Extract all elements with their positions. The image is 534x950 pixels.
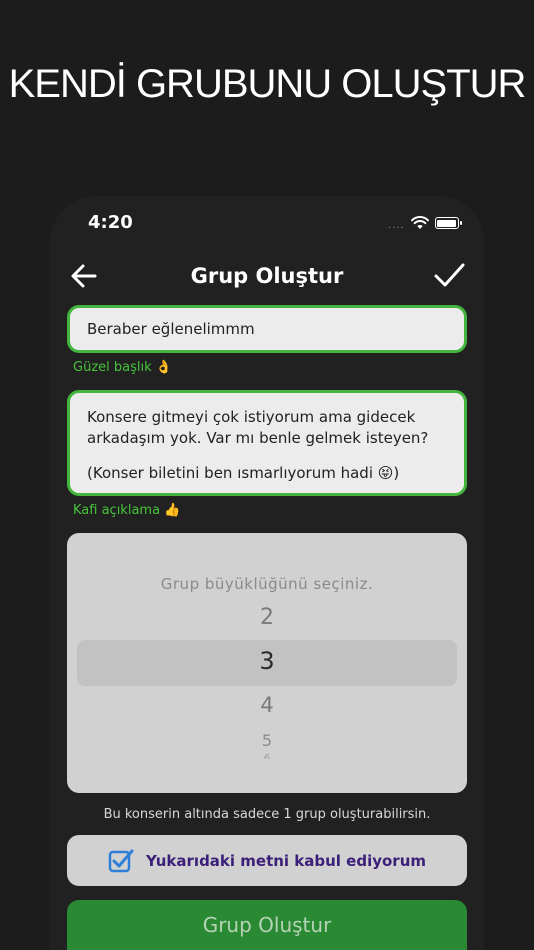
signal-dots-icon: .... bbox=[388, 219, 405, 231]
picker-option[interactable]: 5 bbox=[67, 731, 467, 750]
confirm-checkmark-icon[interactable] bbox=[432, 258, 466, 292]
description-line: Konsere gitmeyi çok istiyorum ama gidece… bbox=[87, 408, 416, 426]
description-hint: Kafi açıklama 👍 bbox=[73, 503, 181, 518]
accept-terms-label: Yukarıdaki metni kabul ediyorum bbox=[145, 851, 427, 870]
battery-icon bbox=[434, 217, 462, 229]
checkbox-checked-icon bbox=[108, 849, 134, 872]
description-line: (Konser biletini ben ısmarlıyorum hadi 😝… bbox=[87, 464, 400, 482]
wifi-icon bbox=[410, 216, 429, 229]
group-size-picker[interactable]: Grup büyüklüğünü seçiniz. 2 3 4 5 6 bbox=[67, 533, 467, 793]
picker-option[interactable]: 4 bbox=[67, 693, 467, 717]
accept-terms-checkbox[interactable]: Yukarıdaki metni kabul ediyorum bbox=[67, 835, 467, 886]
picker-option-selected[interactable]: 3 bbox=[67, 647, 467, 675]
title-hint: Güzel başlık 👌 bbox=[73, 360, 172, 375]
status-icons: .... bbox=[388, 214, 462, 232]
group-description-input[interactable]: Konsere gitmeyi çok istiyorum ama gidece… bbox=[67, 390, 467, 496]
create-group-button[interactable]: Grup Oluştur bbox=[67, 900, 467, 950]
status-time: 4:20 bbox=[88, 212, 133, 233]
picker-option[interactable]: 2 bbox=[67, 605, 467, 630]
group-limit-info: Bu konserin altında sadece 1 grup oluştu… bbox=[103, 807, 431, 822]
picker-title: Grup büyüklüğünü seçiniz. bbox=[160, 575, 374, 593]
description-line: arkadaşım yok. Var mı benle gelmek istey… bbox=[87, 429, 429, 447]
promo-headline: KENDİ GRUBUNU OLUŞTUR bbox=[8, 62, 527, 106]
group-title-input[interactable]: Beraber eğlenelimmm bbox=[67, 305, 467, 353]
picker-option[interactable]: 6 bbox=[67, 753, 467, 759]
